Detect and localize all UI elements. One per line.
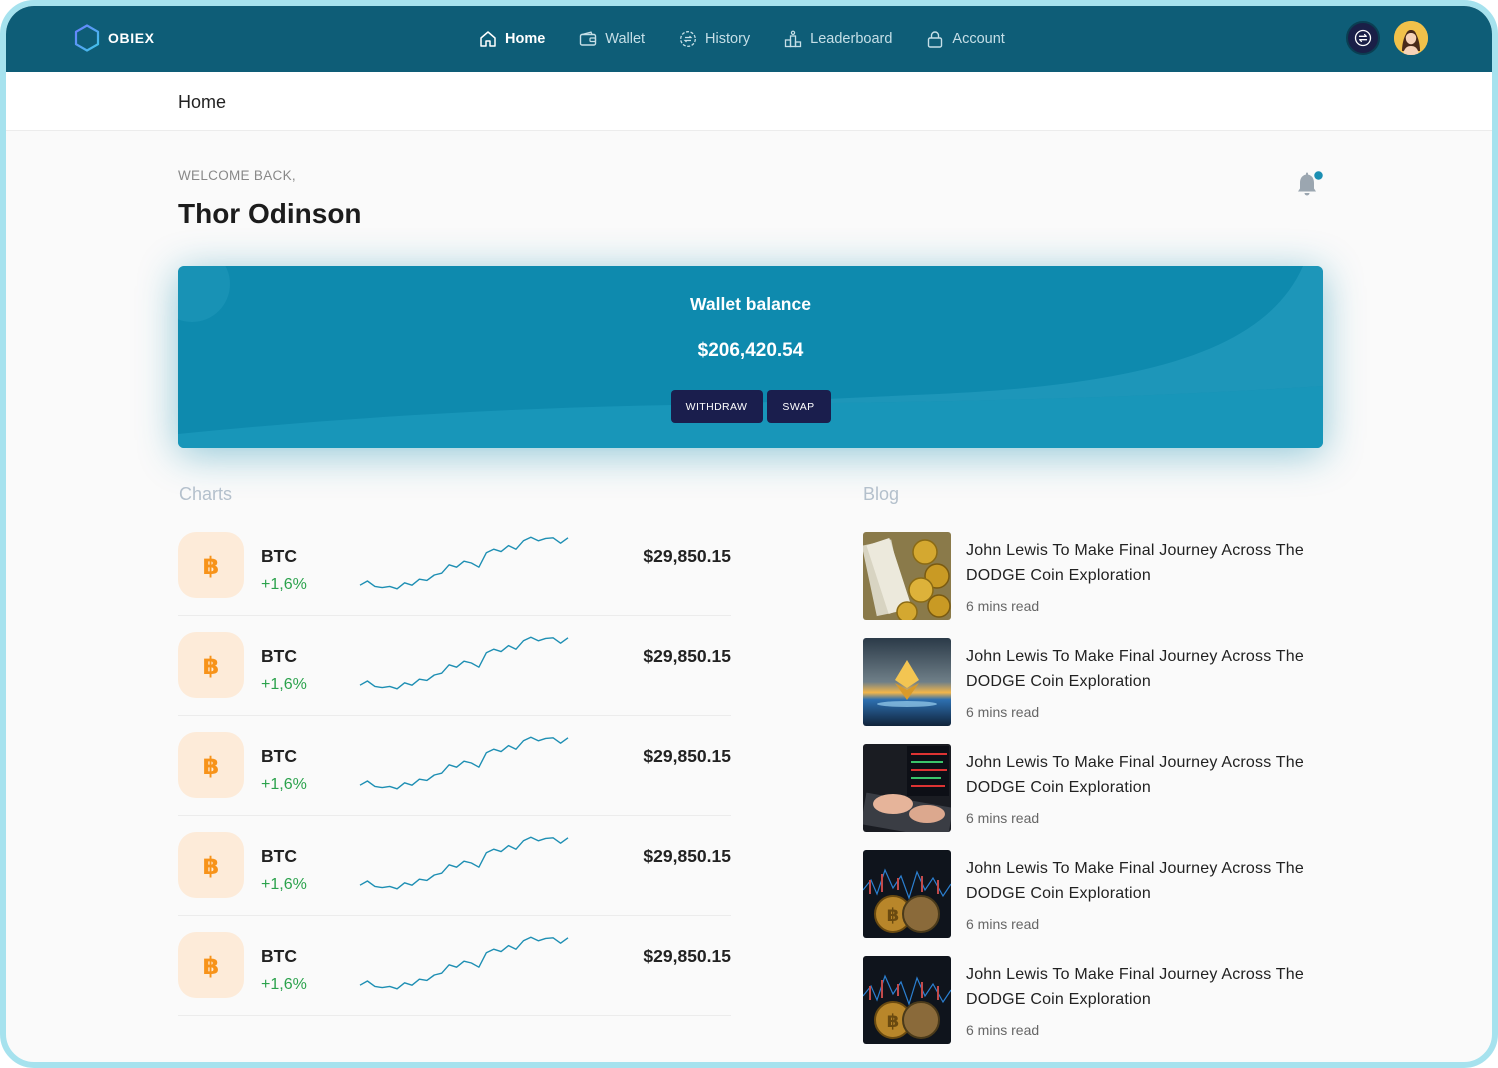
price-sparkline — [359, 636, 569, 690]
coin-symbol: BTC — [261, 646, 297, 666]
blog-post-read-time: 6 mins read — [966, 598, 1040, 614]
bitcoin-icon: ฿ — [178, 532, 244, 598]
brand-name: OBIEX — [108, 30, 155, 46]
notifications-button[interactable] — [1294, 166, 1325, 205]
wallet-actions: WITHDRAW SWAP — [178, 390, 1323, 423]
coin-price: $29,850.15 — [643, 946, 731, 966]
nav-item-account[interactable]: Account — [926, 30, 1005, 48]
app-frame: OBIEX Home Wallet History Leaderboard Ac… — [0, 0, 1498, 1068]
svg-text:฿: ฿ — [203, 552, 220, 580]
bitcoin-chart-thumbnail[interactable]: ฿ — [863, 956, 951, 1044]
nav-item-home[interactable]: Home — [479, 30, 545, 48]
coin-change: +1,6% — [261, 576, 307, 593]
hexagon-logo-icon — [74, 24, 100, 52]
coin-price: $29,850.15 — [643, 646, 731, 666]
price-sparkline — [359, 736, 569, 790]
coin-change: +1,6% — [261, 776, 307, 793]
history-icon — [679, 30, 697, 48]
blog-post-title[interactable]: John Lewis To Make Final Journey Across … — [966, 750, 1316, 800]
chart-row[interactable]: ฿ BTC +1,6% $29,850.15 — [178, 816, 731, 916]
svg-text:฿: ฿ — [203, 652, 220, 680]
nav-item-label: Home — [505, 31, 546, 47]
blog-post-title[interactable]: John Lewis To Make Final Journey Across … — [966, 644, 1316, 694]
brand[interactable]: OBIEX — [74, 24, 155, 52]
blog-section-title: Blog — [863, 484, 900, 504]
swap-currency-button[interactable] — [1346, 21, 1380, 55]
user-name-heading: Thor Odinson — [178, 198, 362, 229]
blog-list: John Lewis To Make Final Journey Across … — [863, 532, 1323, 1062]
coin-price: $29,850.15 — [643, 546, 731, 566]
blog-post-read-time: 6 mins read — [966, 1022, 1040, 1038]
blog-post[interactable]: John Lewis To Make Final Journey Across … — [863, 532, 1323, 638]
nav-item-history[interactable]: History — [679, 30, 750, 48]
withdraw-button[interactable]: WITHDRAW — [670, 390, 763, 423]
coins-thumbnail[interactable] — [863, 532, 951, 620]
bitcoin-icon: ฿ — [178, 732, 244, 798]
ethereum-thumbnail[interactable] — [863, 638, 951, 726]
breadcrumb-current: Home — [178, 92, 227, 112]
blog-post-title[interactable]: John Lewis To Make Final Journey Across … — [966, 538, 1316, 588]
blog-post-read-time: 6 mins read — [966, 810, 1040, 826]
coin-change: +1,6% — [261, 676, 307, 693]
svg-text:฿: ฿ — [887, 905, 900, 926]
nav-item-label: Wallet — [605, 31, 646, 47]
svg-text:฿: ฿ — [203, 852, 220, 880]
chart-row[interactable]: ฿ BTC +1,6% $29,850.15 — [178, 616, 731, 716]
blog-post[interactable]: ฿ John Lewis To Make Final Journey Acros… — [863, 850, 1323, 956]
coin-change: +1,6% — [261, 876, 307, 893]
coin-symbol: BTC — [261, 746, 297, 766]
svg-text:฿: ฿ — [203, 752, 220, 780]
swap-arrows-icon — [1354, 29, 1372, 47]
coin-price: $29,850.15 — [643, 846, 731, 866]
wallet-icon — [579, 31, 597, 47]
coin-change: +1,6% — [261, 976, 307, 993]
nav-item-label: Leaderboard — [810, 31, 893, 47]
blog-post[interactable]: John Lewis To Make Final Journey Across … — [863, 744, 1323, 850]
blog-post[interactable]: John Lewis To Make Final Journey Across … — [863, 638, 1323, 744]
price-sparkline — [359, 836, 569, 890]
bitcoin-icon: ฿ — [178, 832, 244, 898]
wallet-balance-title: Wallet balance — [690, 294, 811, 314]
price-sparkline — [359, 536, 569, 590]
svg-text:฿: ฿ — [203, 952, 220, 980]
chart-row[interactable]: ฿ BTC +1,6% $29,850.15 — [178, 916, 731, 1016]
price-sparkline — [359, 936, 569, 990]
chart-row[interactable]: ฿ BTC +1,6% $29,850.15 — [178, 716, 731, 816]
nav-item-wallet[interactable]: Wallet — [579, 31, 645, 47]
welcome-label: WELCOME BACK, — [178, 168, 296, 183]
bitcoin-icon: ฿ — [178, 932, 244, 998]
user-avatar[interactable] — [1394, 21, 1428, 55]
charts-list: ฿ BTC +1,6% $29,850.15 ฿ BTC +1,6% $29,8… — [178, 516, 731, 1016]
home-icon — [479, 30, 497, 48]
wallet-balance-card: Wallet balance $206,420.54 WITHDRAW SWAP — [178, 266, 1323, 448]
blog-post-title[interactable]: John Lewis To Make Final Journey Across … — [966, 856, 1316, 906]
coin-price: $29,850.15 — [643, 746, 731, 766]
blog-post-title[interactable]: John Lewis To Make Final Journey Across … — [966, 962, 1316, 1012]
breadcrumb: Home — [6, 72, 1492, 131]
lock-icon — [926, 30, 944, 48]
nav-item-label: History — [705, 31, 751, 47]
svg-text:฿: ฿ — [887, 1011, 900, 1032]
coin-symbol: BTC — [261, 846, 297, 866]
bell-icon — [1298, 169, 1325, 196]
top-navigation: OBIEX Home Wallet History Leaderboard Ac… — [6, 6, 1492, 72]
trading-keyboard-thumbnail[interactable] — [863, 744, 951, 832]
wallet-balance-amount: $206,420.54 — [697, 340, 804, 361]
swap-button[interactable]: SWAP — [766, 390, 831, 423]
leaderboard-icon — [784, 30, 802, 48]
nav-item-label: Account — [952, 31, 1005, 47]
bitcoin-chart-thumbnail[interactable]: ฿ — [863, 850, 951, 938]
coin-symbol: BTC — [261, 946, 297, 966]
chart-row[interactable]: ฿ BTC +1,6% $29,850.15 — [178, 516, 731, 616]
nav-right-actions — [1346, 21, 1428, 55]
blog-post-read-time: 6 mins read — [966, 916, 1040, 932]
charts-section-title: Charts — [179, 484, 233, 504]
nav-item-leaderboard[interactable]: Leaderboard — [784, 30, 892, 48]
coin-symbol: BTC — [261, 546, 297, 566]
blog-post[interactable]: ฿ John Lewis To Make Final Journey Acros… — [863, 956, 1323, 1062]
blog-post-read-time: 6 mins read — [966, 704, 1040, 720]
bitcoin-icon: ฿ — [178, 632, 244, 698]
main-nav: Home Wallet History Leaderboard Account — [479, 6, 1039, 72]
